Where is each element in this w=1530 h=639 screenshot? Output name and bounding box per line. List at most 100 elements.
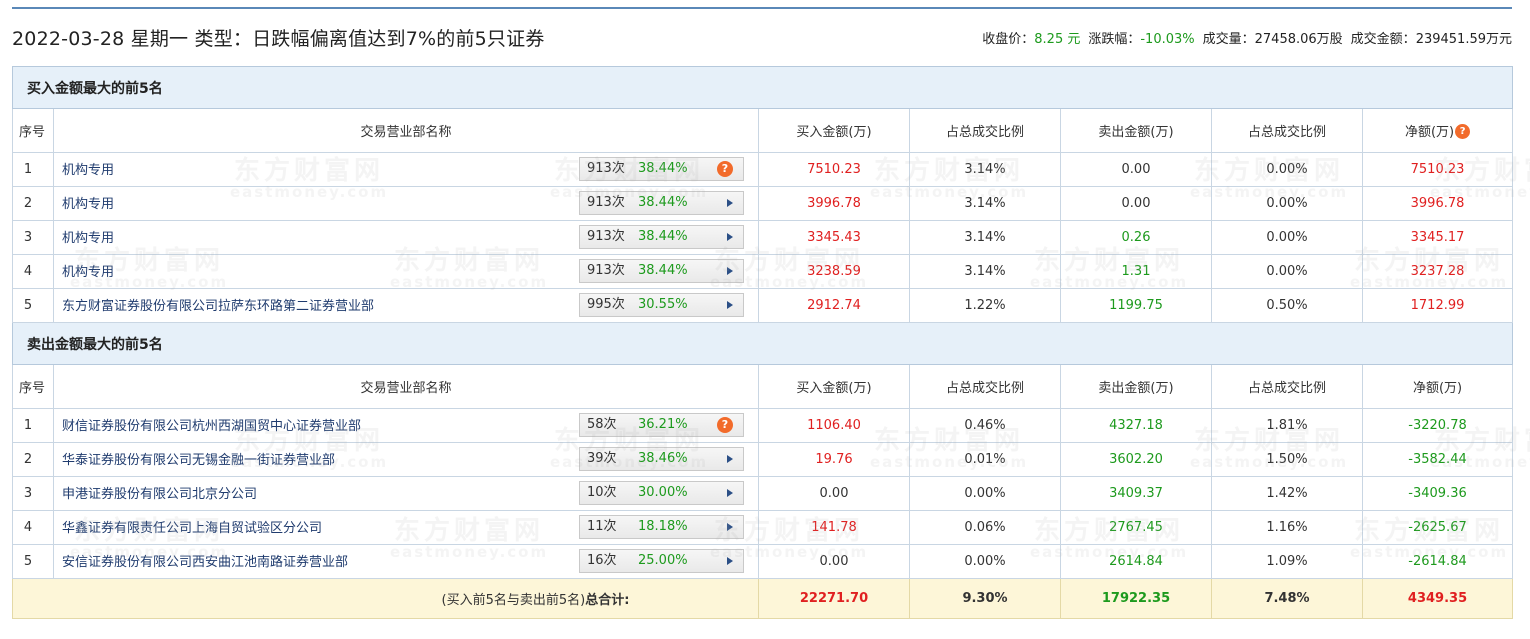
appearance-count: 11次 xyxy=(587,519,617,534)
branch-cell: 华泰证券股份有限公司无锡金融一街证券营业部 39次 38.46% xyxy=(53,442,759,477)
col-buy-ratio: 占总成交比例 xyxy=(909,108,1061,153)
table-row: 2 华泰证券股份有限公司无锡金融一街证券营业部 39次 38.46% 19.76 0.01… xyxy=(12,442,1514,477)
total-net: 4349.35 xyxy=(1361,578,1514,619)
expand-arrow-icon[interactable] xyxy=(727,233,733,241)
row-index: 5 xyxy=(12,544,54,579)
buy-ratio: 0.00% xyxy=(909,544,1061,579)
branch-cell: 申港证券股份有限公司北京分公司 10次 30.00% xyxy=(53,476,759,511)
table-row: 1 财信证券股份有限公司杭州西湖国贸中心证券营业部 58次 36.21%? 1106.4… xyxy=(12,408,1514,443)
buy-amount: 7510.23 xyxy=(758,152,910,187)
section-title: 卖出金额最大的前5名 xyxy=(11,322,1514,365)
expand-arrow-icon[interactable] xyxy=(727,557,733,565)
win-rate: 38.44% xyxy=(638,263,688,278)
expand-arrow-icon[interactable] xyxy=(727,267,733,275)
branch-stats-button[interactable]: 16次 25.00% xyxy=(579,549,744,573)
branch-name-link[interactable]: 华鑫证券有限责任公司上海自贸试验区分公司 xyxy=(62,517,322,536)
branch-stats-button[interactable]: 995次 30.55% xyxy=(579,293,744,317)
col-sell-ratio: 占总成交比例 xyxy=(1211,108,1363,153)
row-index: 5 xyxy=(12,288,54,323)
expand-arrow-icon[interactable] xyxy=(727,199,733,207)
sell-ratio: 1.50% xyxy=(1211,442,1363,477)
hint-icon[interactable]: ? xyxy=(717,417,733,433)
branch-stats-button[interactable]: 913次 38.44%? xyxy=(579,157,744,181)
net-amount: 3345.17 xyxy=(1361,220,1514,255)
col-index: 序号 xyxy=(12,364,54,409)
hint-icon[interactable]: ? xyxy=(717,161,733,177)
buy-section-header: 买入金额最大的前5名 xyxy=(11,66,1514,109)
col-sell-amount: 卖出金额(万) xyxy=(1060,108,1212,153)
win-rate: 38.44% xyxy=(638,195,688,210)
win-rate: 30.00% xyxy=(638,485,688,500)
expand-arrow-icon[interactable] xyxy=(727,455,733,463)
sell-ratio: 1.42% xyxy=(1211,476,1363,511)
branch-stats-button[interactable]: 913次 38.44% xyxy=(579,191,744,215)
branch-cell: 华鑫证券有限责任公司上海自贸试验区分公司 11次 18.18% xyxy=(53,510,759,545)
win-rate: 18.18% xyxy=(638,519,688,534)
branch-stats-button[interactable]: 913次 38.44% xyxy=(579,225,744,249)
sell-amount: 1.31 xyxy=(1060,254,1212,289)
appearance-count: 913次 xyxy=(587,195,625,210)
col-net-amount: 净额(万) xyxy=(1361,364,1514,409)
net-amount: 3237.28 xyxy=(1361,254,1514,289)
sell-amount: 4327.18 xyxy=(1060,408,1212,443)
appearance-count: 913次 xyxy=(587,229,625,244)
sell-amount: 3602.20 xyxy=(1060,442,1212,477)
appearance-count: 58次 xyxy=(587,417,617,432)
change-label: 涨跌幅： xyxy=(1088,32,1141,47)
col-buy-amount: 买入金额(万) xyxy=(758,108,910,153)
page-title: 2022-03-28 星期一 类型：日跌幅偏离值达到7%的前5只证券 xyxy=(12,28,545,50)
sell-amount: 0.26 xyxy=(1060,220,1212,255)
branch-stats-button[interactable]: 39次 38.46% xyxy=(579,447,744,471)
buy-amount: 3996.78 xyxy=(758,186,910,221)
buy-ratio: 1.22% xyxy=(909,288,1061,323)
turnover-label: 成交金额： xyxy=(1350,32,1416,47)
page-header: 2022-03-28 星期一 类型：日跌幅偏离值达到7%的前5只证券 收盘价：8… xyxy=(12,24,1512,52)
branch-stats-button[interactable]: 11次 18.18% xyxy=(579,515,744,539)
col-branch-name: 交易营业部名称 xyxy=(53,364,759,409)
win-rate: 25.00% xyxy=(638,553,688,568)
branch-cell: 机构专用 913次 38.44% xyxy=(53,254,759,289)
branch-name-link[interactable]: 申港证券股份有限公司北京分公司 xyxy=(62,483,257,502)
branch-name-link[interactable]: 机构专用 xyxy=(62,227,114,246)
sell-ratio: 1.81% xyxy=(1211,408,1363,443)
column-header-row: 序号 交易营业部名称 买入金额(万) 占总成交比例 卖出金额(万) 占总成交比例 净额(万) xyxy=(12,364,1514,409)
expand-arrow-icon[interactable] xyxy=(727,301,733,309)
buy-ratio: 0.06% xyxy=(909,510,1061,545)
branch-name-link[interactable]: 东方财富证券股份有限公司拉萨东环路第二证券营业部 xyxy=(62,295,374,314)
total-buy-ratio: 9.30% xyxy=(909,578,1061,619)
expand-arrow-icon[interactable] xyxy=(727,489,733,497)
buy-ratio: 0.00% xyxy=(909,476,1061,511)
branch-cell: 机构专用 913次 38.44%? xyxy=(53,152,759,187)
table-row: 3 机构专用 913次 38.44% 3345.43 3.14% 0.26 0.00% 3345… xyxy=(12,220,1514,255)
branch-name-link[interactable]: 机构专用 xyxy=(62,193,114,212)
row-index: 2 xyxy=(12,442,54,477)
branch-stats-button[interactable]: 10次 30.00% xyxy=(579,481,744,505)
win-rate: 38.44% xyxy=(638,229,688,244)
buy-amount: 0.00 xyxy=(758,544,910,579)
branch-name-link[interactable]: 机构专用 xyxy=(62,261,114,280)
turnover-value: 239451.59万元 xyxy=(1415,32,1512,47)
net-amount: -3582.44 xyxy=(1361,442,1514,477)
branch-name-link[interactable]: 华泰证券股份有限公司无锡金融一街证券营业部 xyxy=(62,449,335,468)
total-label: (买入前5名与卖出前5名)总合计: xyxy=(12,578,759,619)
sell-ratio: 1.16% xyxy=(1211,510,1363,545)
net-amount: 1712.99 xyxy=(1361,288,1514,323)
branch-stats-button[interactable]: 913次 38.44% xyxy=(579,259,744,283)
col-net-amount: 净额(万)? xyxy=(1361,108,1514,153)
table-row: 4 华鑫证券有限责任公司上海自贸试验区分公司 11次 18.18% 141.78 0.06… xyxy=(12,510,1514,545)
branch-cell: 财信证券股份有限公司杭州西湖国贸中心证券营业部 58次 36.21%? xyxy=(53,408,759,443)
expand-arrow-icon[interactable] xyxy=(727,523,733,531)
net-amount: -2625.67 xyxy=(1361,510,1514,545)
branch-name-link[interactable]: 机构专用 xyxy=(62,159,114,178)
col-buy-ratio: 占总成交比例 xyxy=(909,364,1061,409)
branch-stats-button[interactable]: 58次 36.21%? xyxy=(579,413,744,437)
buy-ratio: 0.01% xyxy=(909,442,1061,477)
net-amount: -3409.36 xyxy=(1361,476,1514,511)
buy-amount: 3345.43 xyxy=(758,220,910,255)
total-row: (买入前5名与卖出前5名)总合计: 22271.70 9.30% 17922.35 7.… xyxy=(12,578,1514,619)
branch-name-link[interactable]: 财信证券股份有限公司杭州西湖国贸中心证券营业部 xyxy=(62,415,361,434)
help-icon[interactable]: ? xyxy=(1455,124,1471,139)
branch-name-link[interactable]: 安信证券股份有限公司西安曲江池南路证券营业部 xyxy=(62,551,348,570)
top-divider xyxy=(12,7,1512,9)
sell-amount: 2767.45 xyxy=(1060,510,1212,545)
